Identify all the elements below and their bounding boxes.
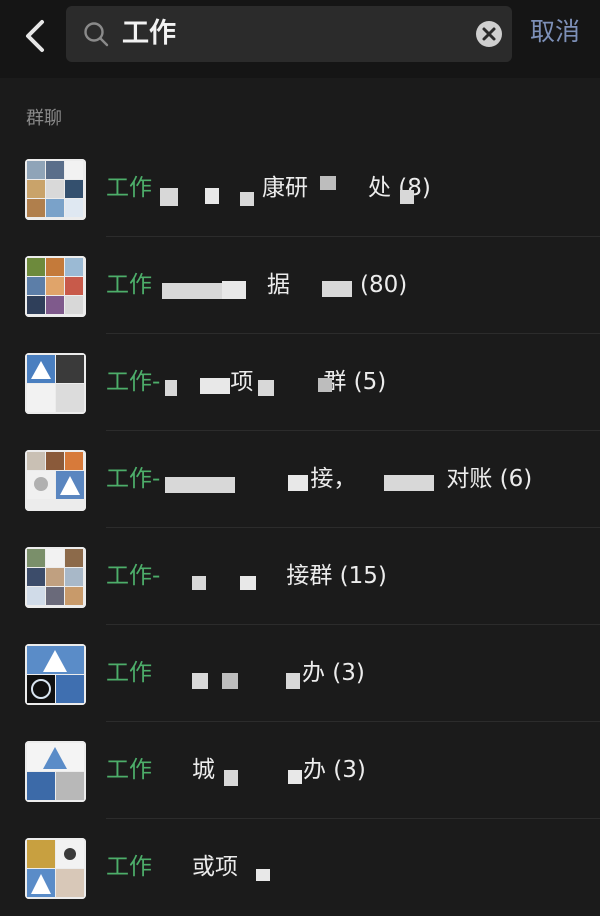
redaction-block xyxy=(165,477,235,493)
highlight-keyword: 工作- xyxy=(106,466,161,492)
result-title: 工作 康研处 (8) xyxy=(106,175,431,201)
list-item[interactable]: 工作 或项 xyxy=(0,819,600,916)
redaction-block xyxy=(258,380,274,396)
redaction-block xyxy=(205,188,219,204)
list-item[interactable]: 工作城办 (3) xyxy=(0,722,600,819)
list-item[interactable]: 工作办 (3) xyxy=(0,625,600,722)
search-query-text[interactable]: 工作 xyxy=(122,18,176,50)
redaction-block xyxy=(165,380,177,396)
list-item[interactable]: 工作- 接群 (15) xyxy=(0,528,600,625)
redaction-block xyxy=(400,190,414,204)
group-avatar xyxy=(25,547,86,608)
redaction-block xyxy=(384,475,434,491)
group-avatar xyxy=(25,838,86,899)
group-avatar xyxy=(25,159,86,220)
highlight-keyword: 工作 xyxy=(106,660,152,686)
redaction-block xyxy=(256,869,270,881)
redaction-block xyxy=(318,378,332,392)
group-avatar xyxy=(25,741,86,802)
result-title: 工作据 (80) xyxy=(106,272,408,298)
redaction-block xyxy=(240,576,256,590)
redaction-block xyxy=(200,378,230,394)
highlight-keyword: 工作 xyxy=(106,175,152,201)
redaction-block xyxy=(222,281,246,299)
redaction-block xyxy=(288,475,308,491)
cancel-button[interactable]: 取消 xyxy=(530,16,580,48)
highlight-keyword: 工作- xyxy=(106,369,161,395)
list-item[interactable]: 工作 康研处 (8) xyxy=(0,140,600,237)
highlight-keyword: 工作- xyxy=(106,563,161,589)
search-input[interactable]: 工作 xyxy=(66,6,512,62)
result-title: 工作 或项 xyxy=(106,854,238,880)
redaction-block xyxy=(240,192,254,206)
redaction-block xyxy=(320,176,336,190)
redaction-block xyxy=(288,770,302,784)
redaction-block xyxy=(160,188,178,206)
redaction-block xyxy=(322,281,352,297)
group-avatar xyxy=(25,644,86,705)
list-item[interactable]: 工作据 (80) xyxy=(0,237,600,334)
list-item[interactable]: 工作- 项群 (5) xyxy=(0,334,600,431)
group-avatar xyxy=(25,353,86,414)
highlight-keyword: 工作 xyxy=(106,272,152,298)
result-title: 工作- 项群 (5) xyxy=(106,369,387,395)
highlight-keyword: 工作 xyxy=(106,854,152,880)
back-icon[interactable] xyxy=(18,16,52,56)
redaction-block xyxy=(224,770,238,786)
group-avatar xyxy=(25,450,86,511)
search-icon xyxy=(82,20,110,48)
redaction-block xyxy=(222,673,238,689)
list-item[interactable]: 工作- 接， 对账 (6) xyxy=(0,431,600,528)
clear-icon[interactable] xyxy=(476,21,502,47)
redaction-block xyxy=(162,283,222,299)
results-list: 工作 康研处 (8) 工作据 (80) 工作- 项 群 (5) 工作- 接， 对… xyxy=(0,140,600,916)
group-avatar xyxy=(25,256,86,317)
redaction-block xyxy=(192,576,206,590)
highlight-keyword: 工作 xyxy=(106,757,152,783)
redaction-block xyxy=(286,673,300,689)
section-label: 群聊 xyxy=(26,108,62,129)
redaction-block xyxy=(192,673,208,689)
top-bar: 工作 取消 xyxy=(0,0,600,78)
